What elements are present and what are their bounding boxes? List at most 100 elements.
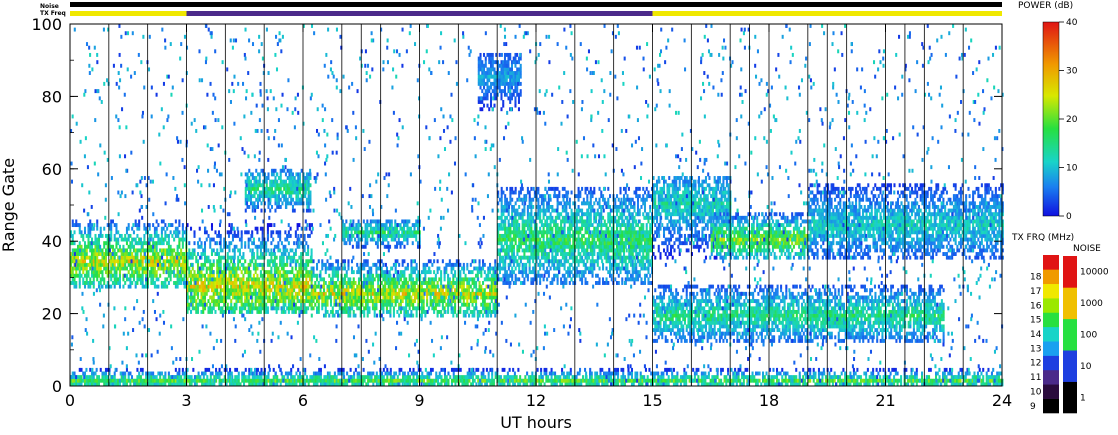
echo-cell	[235, 277, 238, 282]
echo-cell	[408, 219, 411, 224]
echo-cell	[329, 291, 333, 296]
echo-cell	[342, 277, 345, 282]
echo-cell	[193, 241, 196, 246]
echo-cell	[452, 309, 455, 314]
echo-cell	[468, 291, 471, 296]
echo-cell	[523, 281, 526, 285]
echo-cell	[270, 179, 274, 184]
echo-cell	[563, 223, 566, 228]
echo-cell	[273, 252, 276, 256]
echo-cell	[547, 255, 550, 260]
echo-cell	[434, 291, 437, 296]
echo-cell	[143, 223, 146, 228]
echo-cell	[450, 270, 453, 275]
echo-cell	[589, 190, 592, 195]
echo-cell	[438, 309, 441, 314]
echo-cell	[103, 277, 106, 282]
echo-cell	[279, 168, 282, 173]
echo-cell	[461, 288, 464, 293]
echo-cell	[287, 252, 290, 256]
echo-cell	[544, 244, 547, 249]
echo-cell	[294, 230, 297, 235]
echo-cell	[178, 241, 181, 246]
echo-cell	[297, 183, 300, 188]
echo-cell	[193, 270, 196, 275]
echo-cell	[200, 299, 203, 304]
echo-cell	[203, 277, 207, 282]
echo-cell	[512, 205, 515, 209]
echo-cell	[560, 223, 563, 228]
echo-cell	[561, 273, 564, 278]
echo-cell	[279, 183, 282, 188]
echo-cell	[366, 302, 369, 307]
echo-cell	[517, 100, 520, 104]
echo-cell	[563, 219, 566, 224]
echo-cell	[118, 281, 121, 285]
echo-cell	[233, 281, 236, 285]
echo-cell	[486, 81, 489, 86]
echo-cell	[443, 299, 446, 304]
echo-cell	[368, 288, 371, 293]
echo-cell	[512, 252, 515, 256]
echo-cell	[261, 233, 264, 238]
echo-cell	[270, 241, 273, 246]
echo-cell	[403, 306, 406, 311]
echo-cell	[532, 197, 535, 202]
echo-cell	[371, 288, 374, 293]
echo-cell	[111, 259, 114, 264]
echo-cell	[382, 284, 385, 289]
echo-cell	[282, 262, 285, 267]
echo-cell	[570, 215, 573, 220]
echo-cell	[406, 237, 409, 242]
echo-cell	[280, 241, 283, 246]
echo-cell	[600, 241, 603, 246]
echo-cell	[307, 208, 310, 213]
echo-cell	[384, 295, 387, 300]
echo-cell	[118, 233, 121, 238]
echo-cell	[366, 259, 369, 264]
echo-cell	[434, 288, 437, 293]
echo-cell	[111, 262, 114, 267]
echo-cell	[502, 223, 505, 228]
echo-cell	[188, 306, 191, 311]
echo-cell	[553, 277, 556, 282]
echo-cell	[240, 237, 243, 242]
echo-cell	[307, 197, 310, 202]
echo-cell	[489, 262, 492, 267]
echo-cell	[238, 306, 241, 311]
echo-cell	[247, 230, 250, 235]
echo-cell	[577, 233, 580, 238]
echo-cell	[357, 219, 360, 224]
echo-cell	[245, 295, 248, 300]
echo-cell	[254, 259, 257, 264]
echo-cell	[231, 270, 234, 275]
echo-cell	[307, 248, 310, 253]
echo-cell	[317, 259, 320, 264]
echo-cell	[415, 223, 418, 228]
echo-cell	[167, 248, 170, 253]
echo-cell	[477, 71, 480, 75]
echo-cell	[231, 255, 234, 260]
echo-cell	[328, 273, 331, 278]
echo-cell	[602, 266, 605, 271]
echo-cell	[511, 273, 514, 278]
echo-cell	[87, 284, 90, 289]
echo-cell	[596, 212, 599, 217]
echo-cell	[429, 259, 432, 264]
echo-cell	[558, 248, 561, 253]
echo-cell	[468, 302, 471, 307]
echo-cell	[282, 288, 285, 293]
echo-cell	[498, 85, 501, 90]
echo-cell	[212, 281, 215, 285]
echo-cell	[547, 244, 550, 249]
echo-cell	[581, 277, 584, 282]
echo-cell	[242, 273, 245, 278]
echo-cell	[516, 252, 519, 256]
echo-cell	[265, 183, 268, 188]
echo-cell	[514, 186, 517, 191]
echo-cell	[191, 277, 194, 282]
echo-cell	[614, 201, 617, 206]
echo-cell	[159, 266, 162, 271]
echo-cell	[484, 89, 487, 94]
echo-cell	[498, 262, 501, 267]
